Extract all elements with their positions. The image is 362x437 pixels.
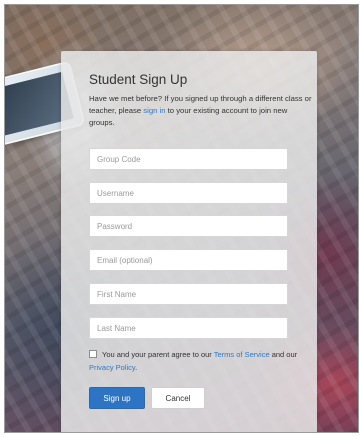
window-frame: Student Sign Up Have we met before? If y… xyxy=(4,4,359,433)
privacy-policy-link[interactable]: Privacy Policy xyxy=(89,363,135,372)
sign-in-link[interactable]: sign in xyxy=(143,106,165,115)
terms-agreement: You and your parent agree to our Terms o… xyxy=(89,348,299,374)
sign-up-button[interactable]: Sign up xyxy=(89,387,145,409)
password-input[interactable] xyxy=(89,215,288,237)
terms-checkbox[interactable] xyxy=(89,350,97,358)
terms-prefix: You and your parent agree to our xyxy=(102,350,214,359)
intro-text: Have we met before? If you signed up thr… xyxy=(89,93,314,129)
terms-suffix: . xyxy=(135,363,138,372)
first-name-input[interactable] xyxy=(89,283,288,305)
cancel-button[interactable]: Cancel xyxy=(151,387,205,409)
terms-of-service-link[interactable]: Terms of Service xyxy=(214,350,270,359)
signup-card: Student Sign Up Have we met before? If y… xyxy=(61,51,317,432)
last-name-input[interactable] xyxy=(89,317,288,339)
email-input[interactable] xyxy=(89,249,288,271)
terms-middle: and our xyxy=(269,350,298,359)
username-input[interactable] xyxy=(89,182,288,204)
group-code-input[interactable] xyxy=(89,148,288,170)
page-title: Student Sign Up xyxy=(89,72,188,87)
